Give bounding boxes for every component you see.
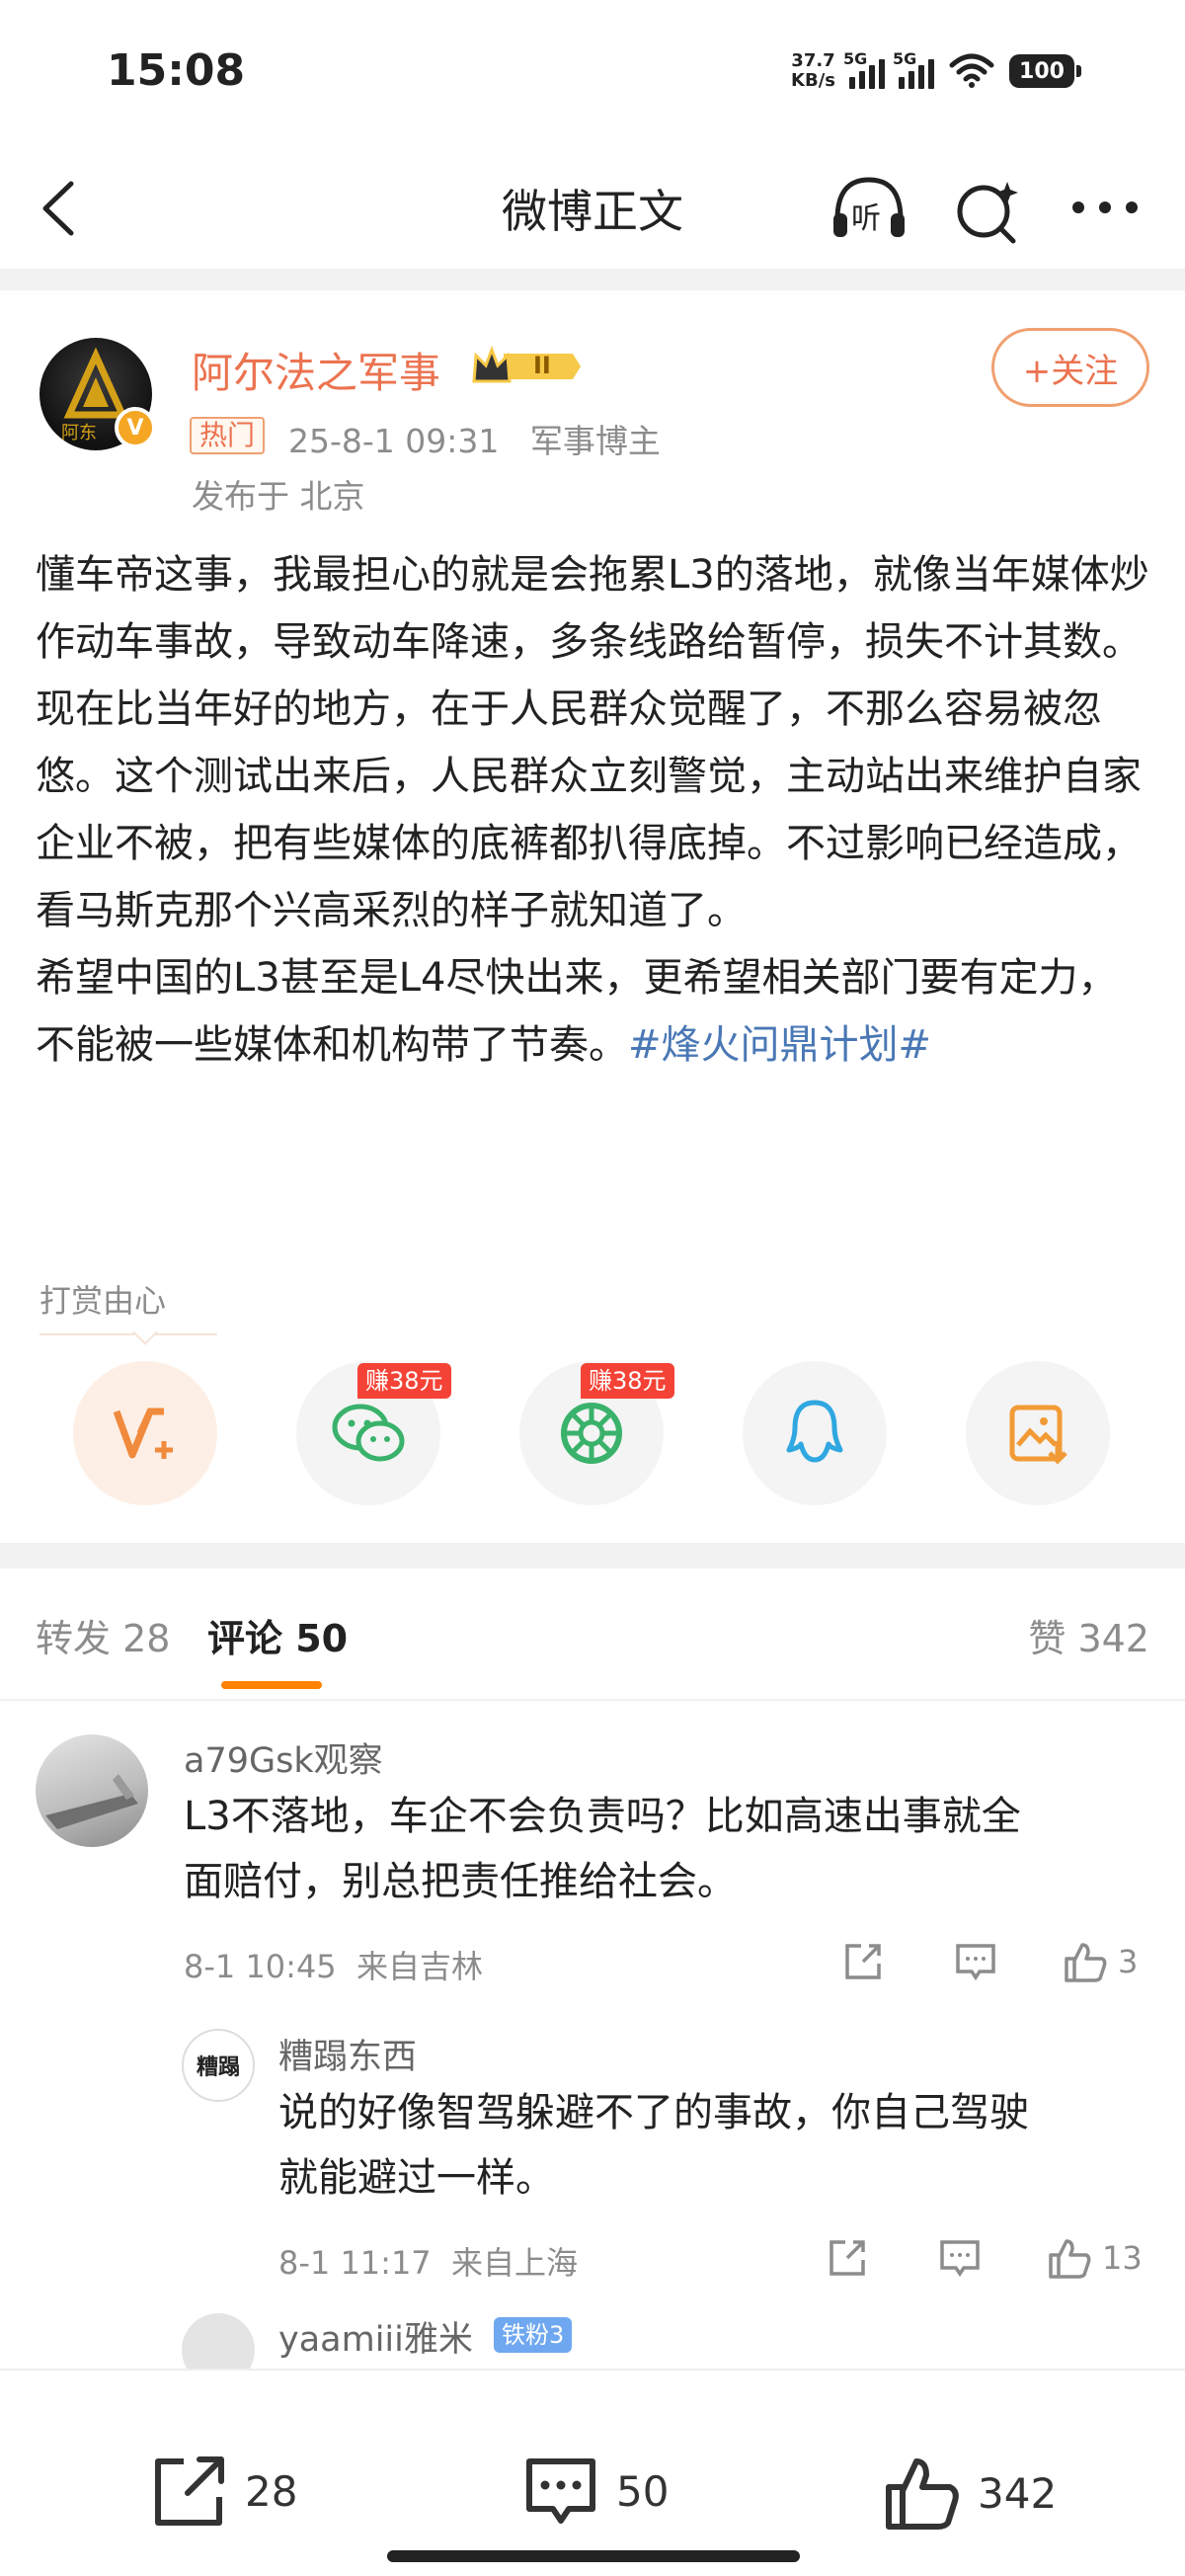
comment-like-count: 3 bbox=[1118, 1943, 1139, 1980]
comment-avatar[interactable]: 糟蹋 bbox=[182, 2029, 255, 2102]
avatar-text: 糟蹋 bbox=[196, 2054, 240, 2080]
follow-button[interactable]: +关注 bbox=[991, 328, 1149, 407]
comment-count: 50 bbox=[616, 2466, 670, 2516]
reward-underline bbox=[40, 1333, 217, 1335]
avatar-text: 阿东 bbox=[61, 423, 97, 443]
thumbs-up-icon bbox=[886, 2458, 959, 2530]
comment-reply-button[interactable] bbox=[954, 1938, 997, 1985]
comment-text: 说的好像智驾躲避不了的事故，你自己驾驶 就能避过一样。 bbox=[278, 2090, 1029, 2201]
tab-separator bbox=[0, 1699, 1185, 1701]
headphones-icon[interactable]: 听 bbox=[828, 174, 910, 243]
share-icon bbox=[845, 1944, 881, 1979]
comment-share-button[interactable] bbox=[841, 1938, 885, 1985]
post-paragraph: 懂车帝这事，我最担心的就是会拖累L3的落地，就像当年媒体炒作动车事故，导致动车降… bbox=[36, 552, 1149, 665]
wifi-icon bbox=[949, 53, 994, 88]
comment-share-button[interactable] bbox=[826, 2234, 869, 2282]
reward-pointer bbox=[132, 1320, 158, 1345]
signal-icon: 5G bbox=[893, 49, 934, 89]
comment-like-count: 13 bbox=[1102, 2239, 1143, 2277]
earn-badge: 赚38元 bbox=[357, 1363, 451, 1399]
post-paragraph: 希望中国的L3甚至是L4尽快出来，更希望相关部门要有定力，不能被一些媒体和机构带… bbox=[36, 955, 1118, 1068]
comment-icon bbox=[956, 1944, 995, 1981]
repost-icon bbox=[155, 2456, 224, 2526]
repost-count: 28 bbox=[245, 2466, 298, 2516]
net-speed: 37.7 KB/s bbox=[791, 50, 835, 91]
save-image-icon[interactable] bbox=[966, 1361, 1110, 1505]
listen-label: 听 bbox=[851, 201, 881, 236]
crown-level-icon: II bbox=[470, 344, 581, 389]
comment-icon bbox=[526, 2458, 595, 2524]
tab-repost[interactable]: 转发 28 bbox=[36, 1608, 170, 1662]
thumbs-up-icon bbox=[1065, 1943, 1107, 1982]
comment-username[interactable]: yaamiii雅米 bbox=[278, 2311, 473, 2362]
qq-icon[interactable] bbox=[743, 1361, 887, 1505]
section-divider bbox=[0, 269, 1185, 290]
post-body: 懂车帝这事，我最担心的就是会拖累L3的落地，就像当年媒体炒作动车事故，导致动车降… bbox=[36, 541, 1151, 1079]
hashtag-link[interactable]: #烽火问鼎计划# bbox=[628, 1022, 931, 1068]
share-icon bbox=[830, 2240, 865, 2276]
signal-icon: 5G bbox=[843, 49, 885, 89]
tab-comments[interactable]: 评论 50 bbox=[207, 1608, 348, 1662]
hot-tag: 热门 bbox=[190, 417, 266, 454]
comment-username[interactable]: a79Gsk观察 bbox=[184, 1732, 383, 1783]
tab-active-indicator bbox=[221, 1681, 322, 1689]
comment-reply-button[interactable] bbox=[938, 2234, 982, 2282]
v-plus-icon[interactable] bbox=[73, 1361, 217, 1505]
bottom-action-bar: 28 50 342 bbox=[0, 2369, 1185, 2576]
comment-button[interactable]: 50 bbox=[521, 2454, 669, 2529]
status-time: 15:08 bbox=[107, 45, 246, 96]
like-count: 342 bbox=[978, 2468, 1058, 2518]
fan-badge: 铁粉3 bbox=[494, 2317, 573, 2353]
comment-like-button[interactable]: 13 bbox=[1047, 2234, 1143, 2282]
comment-avatar[interactable] bbox=[36, 1734, 148, 1847]
tab-likes[interactable]: 赞 342 bbox=[1028, 1608, 1149, 1662]
reward-label[interactable]: 打赏由心 bbox=[40, 1276, 166, 1322]
earn-badge: 赚38元 bbox=[581, 1363, 674, 1399]
comment-icon bbox=[940, 2240, 980, 2278]
comment-text: L3不落地，车企不会负责吗？比如高速出事就全 面赔付，别总把责任推给社会。 bbox=[184, 1794, 1021, 1904]
repost-button[interactable]: 28 bbox=[150, 2454, 297, 2529]
nav-bar: 微博正文 听 bbox=[0, 148, 1185, 267]
more-icon[interactable] bbox=[1070, 196, 1140, 219]
level-badge-text: II bbox=[533, 352, 551, 379]
author-name[interactable]: 阿尔法之军事 bbox=[192, 340, 440, 400]
comment-meta: 8-1 11:17 来自上海 bbox=[278, 2244, 579, 2282]
search-sparkle-icon[interactable] bbox=[952, 178, 1021, 245]
comment-meta: 8-1 10:45 来自吉林 bbox=[184, 1948, 484, 1985]
section-divider bbox=[0, 1543, 1185, 1569]
battery-icon: 100 bbox=[1009, 54, 1081, 88]
like-button[interactable]: 342 bbox=[883, 2454, 1057, 2533]
verified-badge: V bbox=[115, 407, 156, 448]
thumbs-up-icon bbox=[1049, 2239, 1091, 2279]
status-bar: 15:08 37.7 KB/s 5G 5G 100 bbox=[0, 0, 1185, 148]
home-indicator[interactable] bbox=[387, 2550, 800, 2562]
comment-like-button[interactable]: 3 bbox=[1063, 1938, 1138, 1985]
status-icons: 37.7 KB/s 5G 5G 100 bbox=[791, 49, 1081, 91]
post-meta: 25-8-1 09:31 军事博主 bbox=[288, 422, 661, 460]
comment-username[interactable]: 糟蹋东西 bbox=[278, 2029, 417, 2079]
post-location: 发布于 北京 bbox=[192, 477, 365, 516]
post-paragraph: 现在比当年好的地方，在于人民群众觉醒了，不那么容易被忽悠。这个测试出来后，人民群… bbox=[36, 686, 1142, 933]
